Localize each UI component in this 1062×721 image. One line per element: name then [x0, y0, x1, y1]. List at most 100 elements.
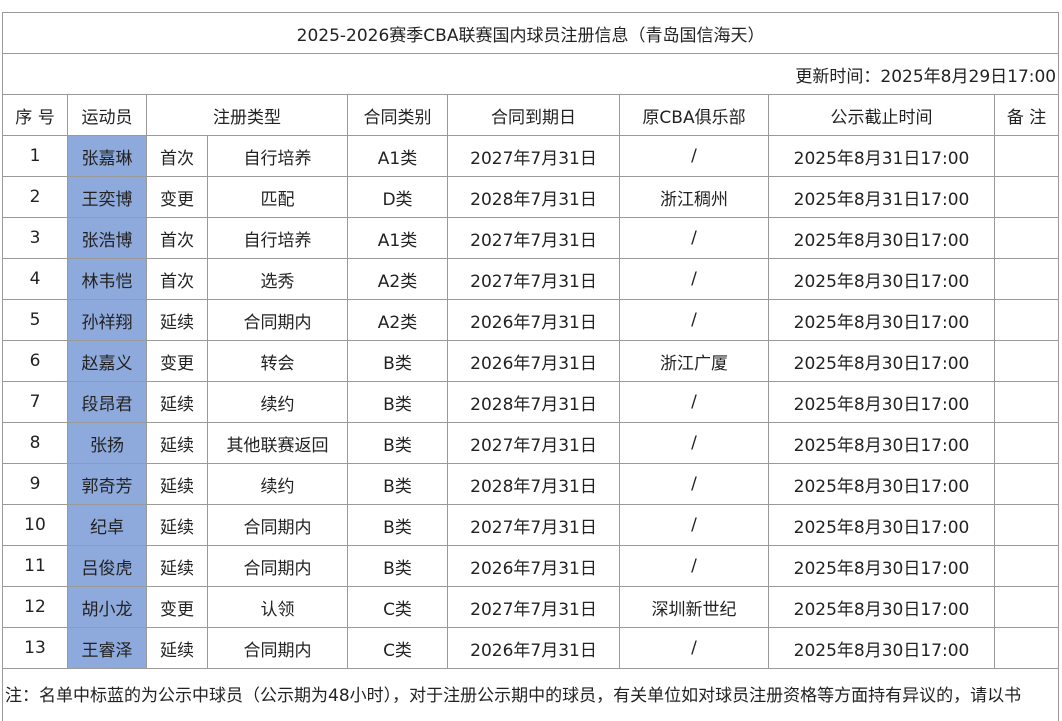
table-row: 6赵嘉义变更转会B类2026年7月31日浙江广厦2025年8月30日17:00 [3, 341, 1059, 382]
player-name: 吕俊虎 [68, 546, 147, 587]
player-name: 纪卓 [68, 505, 147, 546]
player-name: 张扬 [68, 423, 147, 464]
table-row: 4林韦恺首次选秀A2类2027年7月31日/2025年8月30日17:00 [3, 259, 1059, 300]
former-club: / [620, 300, 769, 341]
remarks [995, 259, 1059, 300]
publicity-deadline: 2025年8月31日17:00 [769, 136, 995, 177]
reg-method: 合同期内 [208, 628, 348, 669]
contract-type: A1类 [348, 218, 448, 259]
publicity-deadline: 2025年8月30日17:00 [769, 218, 995, 259]
reg-kind: 延续 [147, 464, 208, 505]
row-number: 5 [3, 300, 68, 341]
reg-kind: 变更 [147, 177, 208, 218]
remarks [995, 300, 1059, 341]
header-contract-expiry: 合同到期日 [448, 95, 620, 136]
former-club: / [620, 464, 769, 505]
reg-method: 合同期内 [208, 505, 348, 546]
player-name: 胡小龙 [68, 587, 147, 628]
row-number: 12 [3, 587, 68, 628]
reg-kind: 首次 [147, 136, 208, 177]
reg-method: 自行培养 [208, 136, 348, 177]
reg-method: 其他联赛返回 [208, 423, 348, 464]
contract-type: A1类 [348, 136, 448, 177]
reg-method: 转会 [208, 341, 348, 382]
publicity-deadline: 2025年8月31日17:00 [769, 177, 995, 218]
table-row: 12胡小龙变更认领C类2027年7月31日深圳新世纪2025年8月30日17:0… [3, 587, 1059, 628]
former-club: / [620, 505, 769, 546]
header-contract-type: 合同类别 [348, 95, 448, 136]
remarks [995, 177, 1059, 218]
table-row: 8张扬延续其他联赛返回B类2027年7月31日/2025年8月30日17:00 [3, 423, 1059, 464]
former-club: / [620, 259, 769, 300]
footnote: 注：名单中标蓝的为公示中球员（公示期为48小时），对于注册公示期中的球员，有关单… [3, 669, 1059, 721]
table-row: 5孙祥翔延续合同期内A2类2026年7月31日/2025年8月30日17:00 [3, 300, 1059, 341]
publicity-deadline: 2025年8月30日17:00 [769, 628, 995, 669]
remarks [995, 505, 1059, 546]
row-number: 7 [3, 382, 68, 423]
contract-type: B类 [348, 546, 448, 587]
reg-method: 续约 [208, 464, 348, 505]
contract-type: C类 [348, 628, 448, 669]
table-title: 2025-2026赛季CBA联赛国内球员注册信息（青岛国信海天） [3, 13, 1059, 54]
player-name: 郭奇芳 [68, 464, 147, 505]
remarks [995, 218, 1059, 259]
publicity-deadline: 2025年8月30日17:00 [769, 300, 995, 341]
contract-expiry: 2027年7月31日 [448, 423, 620, 464]
contract-expiry: 2028年7月31日 [448, 382, 620, 423]
contract-expiry: 2027年7月31日 [448, 259, 620, 300]
publicity-deadline: 2025年8月30日17:00 [769, 587, 995, 628]
reg-kind: 首次 [147, 259, 208, 300]
contract-expiry: 2027年7月31日 [448, 505, 620, 546]
former-club: 浙江稠州 [620, 177, 769, 218]
publicity-deadline: 2025年8月30日17:00 [769, 341, 995, 382]
publicity-deadline: 2025年8月30日17:00 [769, 423, 995, 464]
player-name: 赵嘉义 [68, 341, 147, 382]
former-club: / [620, 546, 769, 587]
remarks [995, 587, 1059, 628]
contract-type: A2类 [348, 259, 448, 300]
contract-type: D类 [348, 177, 448, 218]
contract-expiry: 2026年7月31日 [448, 341, 620, 382]
reg-method: 续约 [208, 382, 348, 423]
publicity-deadline: 2025年8月30日17:00 [769, 505, 995, 546]
contract-expiry: 2026年7月31日 [448, 300, 620, 341]
header-former-club: 原CBA俱乐部 [620, 95, 769, 136]
player-name: 王奕博 [68, 177, 147, 218]
contract-expiry: 2028年7月31日 [448, 177, 620, 218]
remarks [995, 423, 1059, 464]
reg-kind: 延续 [147, 423, 208, 464]
row-number: 1 [3, 136, 68, 177]
player-name: 孙祥翔 [68, 300, 147, 341]
former-club: / [620, 136, 769, 177]
contract-type: B类 [348, 505, 448, 546]
table-row: 2王奕博变更匹配D类2028年7月31日浙江稠州2025年8月31日17:00 [3, 177, 1059, 218]
row-number: 2 [3, 177, 68, 218]
former-club: 浙江广厦 [620, 341, 769, 382]
update-time: 更新时间：2025年8月29日17:00 [3, 54, 1059, 95]
header-remarks: 备 注 [995, 95, 1059, 136]
reg-method: 合同期内 [208, 546, 348, 587]
table-row: 7段昂君延续续约B类2028年7月31日/2025年8月30日17:00 [3, 382, 1059, 423]
table-row: 11吕俊虎延续合同期内B类2026年7月31日/2025年8月30日17:00 [3, 546, 1059, 587]
row-number: 6 [3, 341, 68, 382]
former-club: / [620, 628, 769, 669]
contract-expiry: 2027年7月31日 [448, 136, 620, 177]
row-number: 8 [3, 423, 68, 464]
reg-kind: 首次 [147, 218, 208, 259]
former-club: / [620, 218, 769, 259]
contract-type: B类 [348, 423, 448, 464]
publicity-deadline: 2025年8月30日17:00 [769, 382, 995, 423]
remarks [995, 464, 1059, 505]
player-name: 张嘉琳 [68, 136, 147, 177]
header-deadline: 公示截止时间 [769, 95, 995, 136]
row-number: 11 [3, 546, 68, 587]
reg-kind: 延续 [147, 382, 208, 423]
contract-expiry: 2027年7月31日 [448, 218, 620, 259]
contract-type: B类 [348, 464, 448, 505]
reg-kind: 变更 [147, 587, 208, 628]
reg-method: 匹配 [208, 177, 348, 218]
contract-expiry: 2027年7月31日 [448, 587, 620, 628]
remarks [995, 341, 1059, 382]
remarks [995, 382, 1059, 423]
contract-type: C类 [348, 587, 448, 628]
